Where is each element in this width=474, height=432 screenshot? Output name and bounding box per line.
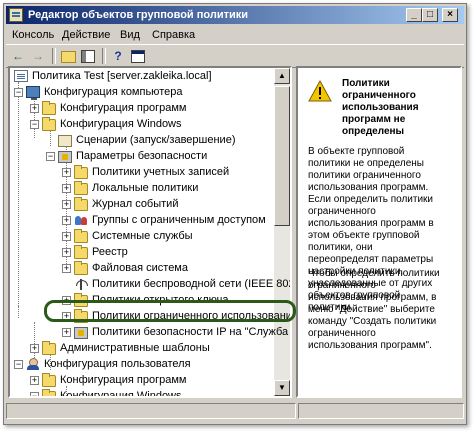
- tree-pane[interactable]: ▲ ▼ Политика Test [server.zakleika.local…: [8, 66, 292, 398]
- up-folder-icon[interactable]: [58, 47, 78, 65]
- details-pane: Политики ограниченного использования про…: [296, 66, 462, 398]
- folder-open-icon: [42, 117, 56, 131]
- show-hide-tree-icon[interactable]: [78, 47, 98, 65]
- collapse-toggle[interactable]: −: [30, 120, 39, 129]
- scroll-thumb[interactable]: [274, 86, 290, 226]
- highlight-computer-srp: [44, 300, 296, 322]
- folder-icon: [74, 229, 88, 243]
- status-bar: [6, 402, 464, 420]
- title-bar[interactable]: Редактор объектов групповой политики _ □…: [6, 6, 464, 24]
- menu-console[interactable]: Консоль: [12, 29, 54, 41]
- details-paragraph-2: Чтобы определить политики ограниченного …: [308, 268, 440, 351]
- folder-icon: [74, 245, 88, 259]
- gpo-editor-window: Редактор объектов групповой политики _ □…: [3, 3, 467, 425]
- expand-toggle[interactable]: +: [62, 200, 71, 209]
- folder-open-icon: [42, 389, 56, 396]
- details-title: Политики ограниченного использования про…: [342, 78, 419, 137]
- help-icon[interactable]: ?: [108, 47, 128, 65]
- maximize-button[interactable]: □: [422, 8, 438, 22]
- expand-toggle[interactable]: +: [62, 264, 71, 273]
- forward-arrow-icon[interactable]: →: [28, 47, 48, 65]
- expand-toggle[interactable]: +: [62, 184, 71, 193]
- collapse-toggle[interactable]: −: [46, 152, 55, 161]
- expand-toggle[interactable]: +: [62, 328, 71, 337]
- computer-icon: [26, 86, 40, 100]
- user-icon: [26, 358, 40, 370]
- expand-toggle[interactable]: +: [30, 104, 39, 113]
- folder-icon: [74, 165, 88, 179]
- menu-action[interactable]: Действие: [62, 29, 110, 41]
- expand-toggle[interactable]: +: [30, 344, 39, 353]
- folder-icon: [42, 341, 56, 355]
- collapse-toggle[interactable]: −: [14, 360, 23, 369]
- window-title: Редактор объектов групповой политики: [28, 9, 249, 21]
- policy-doc-icon: [14, 70, 28, 82]
- ip-security-icon: [74, 327, 88, 339]
- tree-scrollbar[interactable]: ▲ ▼: [274, 68, 290, 396]
- collapse-toggle[interactable]: −: [14, 88, 23, 97]
- warning-icon: [308, 80, 332, 102]
- collapse-toggle[interactable]: −: [30, 392, 39, 396]
- security-icon: [58, 151, 72, 163]
- app-icon: [9, 8, 23, 22]
- folder-icon: [74, 181, 88, 195]
- scroll-down-button[interactable]: ▼: [274, 380, 290, 396]
- properties-icon[interactable]: [128, 47, 148, 65]
- folder-icon: [74, 197, 88, 211]
- back-arrow-icon[interactable]: ←: [8, 47, 28, 65]
- expand-toggle[interactable]: +: [62, 248, 71, 257]
- menu-help[interactable]: Справка: [152, 29, 195, 41]
- script-icon: [58, 135, 72, 147]
- folder-icon: [74, 261, 88, 275]
- close-button[interactable]: ×: [442, 8, 458, 22]
- minimize-button[interactable]: _: [406, 8, 422, 22]
- groups-icon: [74, 214, 88, 226]
- expand-toggle[interactable]: +: [62, 216, 71, 225]
- folder-icon: [42, 373, 56, 387]
- expand-toggle[interactable]: +: [30, 376, 39, 385]
- menu-bar: Консоль Действие Вид Справка: [6, 26, 464, 44]
- scroll-up-button[interactable]: ▲: [274, 68, 290, 84]
- expand-toggle[interactable]: +: [62, 168, 71, 177]
- wireless-antenna-icon: [74, 278, 88, 290]
- menu-view[interactable]: Вид: [120, 29, 140, 41]
- expand-toggle[interactable]: +: [62, 232, 71, 241]
- folder-icon: [42, 101, 56, 115]
- toolbar: ← → ?: [6, 44, 464, 68]
